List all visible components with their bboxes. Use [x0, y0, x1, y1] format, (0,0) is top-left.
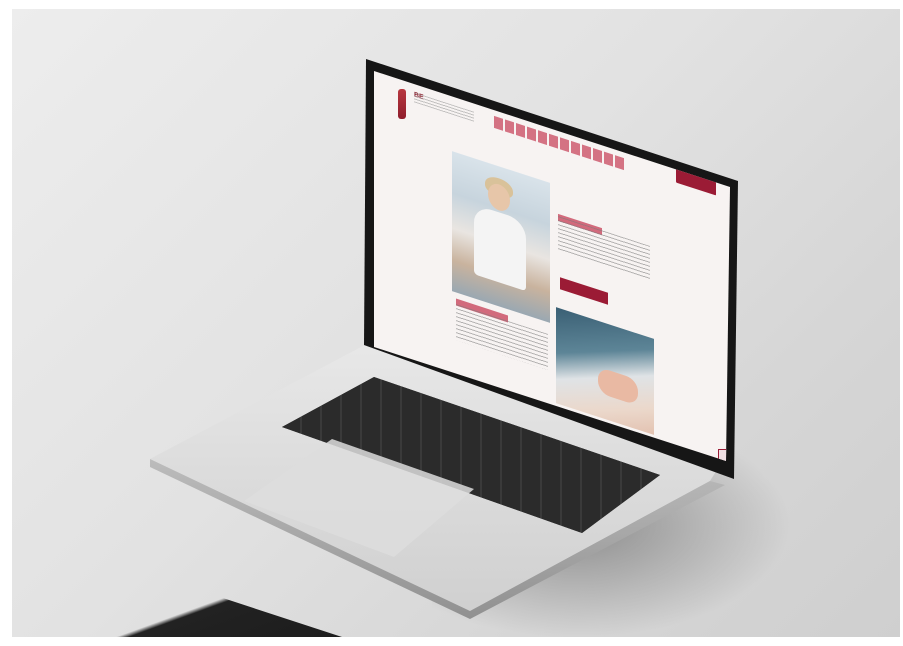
section-text-1 [558, 216, 650, 280]
hand [598, 366, 638, 406]
logo-caduceus-icon [398, 89, 406, 119]
section-button-1 [560, 277, 608, 305]
product-photo: BE [12, 9, 900, 637]
doctor-photo [452, 151, 550, 323]
white-coat [474, 204, 526, 292]
